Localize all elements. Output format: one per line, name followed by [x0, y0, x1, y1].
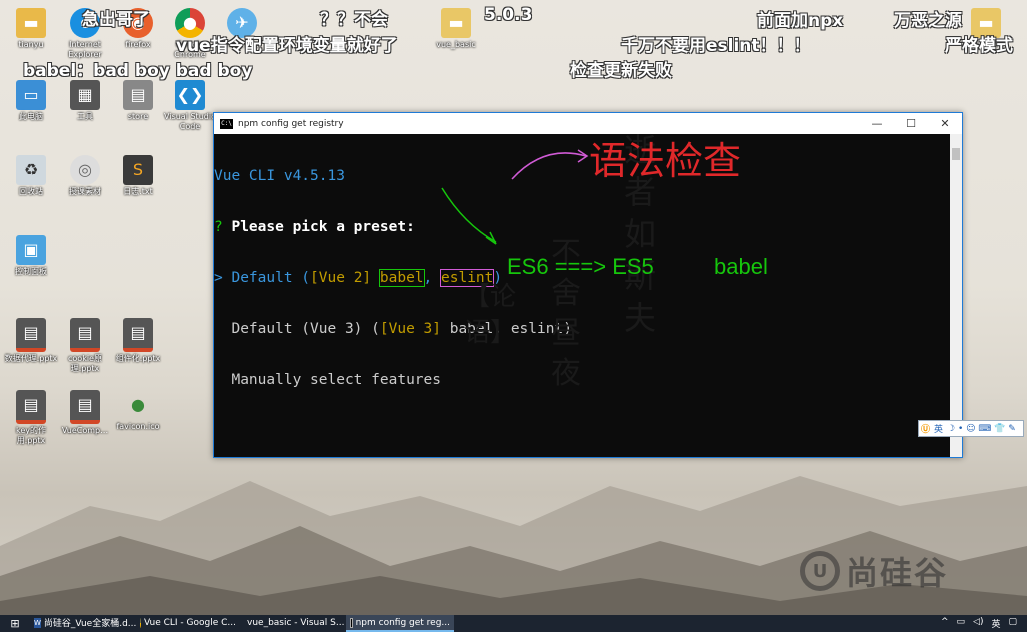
terminal-title: npm config get registry — [238, 118, 344, 129]
taskbar-item-vscode[interactable]: vue_basic - Visual S... — [240, 615, 346, 632]
word-icon: W — [34, 617, 41, 628]
danmaku-text: ？？不会 — [320, 10, 388, 30]
tray-network-icon[interactable]: ▭ — [957, 617, 966, 630]
tray-volume-icon[interactable]: ◁) — [973, 617, 983, 630]
ime-logo-icon: Ⓤ — [921, 425, 931, 435]
taskbar-item-chrome[interactable]: Vue CLI - Google C... — [136, 615, 240, 632]
desktop-icon-pptx-data-proxy[interactable]: ▤ 数据代理.pptx — [3, 318, 59, 364]
desktop-icon-favicon[interactable]: ● favicon.ico — [110, 390, 166, 432]
sublime-icon: S — [123, 155, 153, 185]
pptx-icon: ▤ — [16, 390, 46, 424]
terminal-scrollbar[interactable] — [950, 134, 962, 457]
logo-mark-icon: U — [800, 551, 840, 591]
ime-mode[interactable]: 英 — [934, 422, 943, 435]
desktop-icon-store[interactable]: ▤ store — [110, 80, 166, 122]
desktop-icon-vscode[interactable]: ❮❯ Visual Studio Code — [162, 80, 218, 132]
terminal-window[interactable]: C:\ npm config get registry — ☐ ✕ Vue CL… — [213, 112, 963, 458]
chrome-icon — [140, 617, 141, 628]
danmaku-text: 5.0.3 — [484, 5, 533, 25]
vscode-icon: ❮❯ — [175, 80, 205, 110]
danmaku-text: 急出哥了 — [82, 10, 150, 30]
desktop-icon-pptx-components[interactable]: ▤ 组件化.pptx — [110, 318, 166, 364]
recycle-bin-icon: ♻ — [16, 155, 46, 185]
desktop-icon-tools[interactable]: ▦ 工具 — [57, 80, 113, 122]
desktop-icon-recycle-bin[interactable]: ♻ 回收站 — [3, 155, 59, 197]
desktop-icon-materials[interactable]: ◎ 授课素材 — [57, 155, 113, 197]
control-panel-icon: ▣ — [16, 235, 46, 265]
danmaku-text: 千万不要用eslint！！！ — [621, 36, 811, 56]
danmaku-text: 前面加npx — [757, 11, 844, 31]
tray-notification-icon[interactable]: ▢ — [1008, 617, 1017, 630]
watermark-logo: U 尚硅谷 — [800, 548, 948, 594]
terminal-titlebar[interactable]: C:\ npm config get registry — ☐ ✕ — [214, 113, 962, 134]
logo-text: 尚硅谷 — [846, 554, 949, 592]
desktop-icon-control-panel[interactable]: ▣ 控制面板 — [3, 235, 59, 277]
desktop-icon-vue-basic[interactable]: ▬ vue_basic — [428, 8, 484, 50]
folder-icon: ▬ — [441, 8, 471, 38]
danmaku-text: 检查更新失败 — [570, 61, 672, 81]
desktop-icon-log-txt[interactable]: S 日志.txt — [110, 155, 166, 197]
annotation-grammar-check: 语法检查 — [589, 139, 742, 183]
maximize-button[interactable]: ☐ — [894, 117, 928, 130]
desktop-icon-pptx-key[interactable]: ▤ key的作用.pptx — [3, 390, 59, 446]
folder-icon: ▬ — [16, 8, 46, 38]
pptx-icon: ▤ — [70, 318, 100, 352]
pptx-icon: ▤ — [16, 318, 46, 352]
disc-icon: ◎ — [70, 155, 100, 185]
annotation-es6-es5: ES6 ===> ES5 — [507, 254, 654, 279]
cmd-icon: C:\ — [220, 118, 233, 129]
start-button[interactable]: ⊞ — [0, 615, 30, 632]
favicon-icon: ● — [131, 395, 145, 414]
tray-overflow-chevron-icon[interactable]: ^ — [941, 617, 949, 630]
tray-input-language[interactable]: 英 — [991, 617, 1000, 630]
pptx-icon: ▤ — [70, 390, 100, 424]
danmaku-text: babel：bad boy bad boy — [23, 61, 253, 81]
ime-tool-icons[interactable]: ☽ • ☺ ⌨ 👕 ✎ — [947, 424, 1016, 434]
desktop-icon-tianyu[interactable]: ▬ tianyu — [3, 8, 59, 50]
annotation-arrows — [441, 149, 589, 245]
computer-icon: ▭ — [16, 80, 46, 110]
close-button[interactable]: ✕ — [928, 117, 962, 130]
scrollbar-thumb[interactable] — [952, 148, 960, 160]
taskbar: ⊞ W 尚硅谷_Vue全家桶.d... Vue CLI - Google C...… — [0, 615, 1027, 632]
ime-toolbar[interactable]: Ⓤ 英 ☽ • ☺ ⌨ 👕 ✎ — [918, 420, 1024, 437]
cmd-icon — [350, 617, 353, 628]
taskbar-item-cmd[interactable]: npm config get reg... — [346, 615, 454, 632]
danmaku-text: 万恶之源 — [894, 11, 962, 31]
console-output[interactable]: Vue CLI v4.5.13 ? Please pick a preset: … — [214, 134, 950, 457]
desktop-icon-pptx-cookie[interactable]: ▤ cookie原理.pptx — [57, 318, 113, 374]
store-icon: ▤ — [123, 80, 153, 110]
pptx-icon: ▤ — [123, 318, 153, 352]
annotation-babel: babel — [714, 254, 768, 279]
system-tray: ^ ▭ ◁) 英 ▢ — [941, 617, 1027, 630]
taskbar-item-word[interactable]: W 尚硅谷_Vue全家桶.d... — [30, 615, 136, 632]
minimize-button[interactable]: — — [860, 117, 894, 130]
desktop-icon-this-pc[interactable]: ▭ 此电脑 — [3, 80, 59, 122]
danmaku-text: vue指令配置环境变量就好了 — [176, 36, 398, 56]
danmaku-text: 严格模式 — [945, 36, 1013, 56]
desktop-icon-pptx-vuecomp[interactable]: ▤ VueComp… — [57, 390, 113, 436]
tools-icon: ▦ — [70, 80, 100, 110]
